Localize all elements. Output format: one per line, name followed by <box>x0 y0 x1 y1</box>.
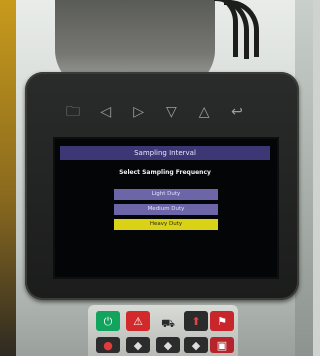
option-medium-duty[interactable]: Medium Duty <box>114 204 218 215</box>
background-left-panel <box>0 0 16 356</box>
left-triangle-icon[interactable]: ◁ <box>93 101 119 123</box>
monitor-key-row: 🗀 ◁ ▷ ▽ △ ↩ <box>60 96 250 128</box>
machine-icon[interactable]: ⛟ <box>156 313 180 333</box>
alarm-icon[interactable]: ⚑ <box>210 311 234 331</box>
power-icon[interactable]: ⏻ <box>96 311 120 331</box>
right-triangle-icon[interactable]: ▷ <box>126 101 152 123</box>
folder-icon[interactable]: 🗀 <box>60 101 86 123</box>
dot-icon[interactable]: ◆ <box>184 337 208 353</box>
up-triangle-icon[interactable]: △ <box>191 101 217 123</box>
down-triangle-icon[interactable]: ▽ <box>158 101 184 123</box>
option-heavy-duty[interactable]: Heavy Duty <box>114 219 218 230</box>
control-keypad: ⏻ ⚠ ⛟ ⬆ ⚑ ● ◆ ◆ ◆ ▣ <box>88 305 238 356</box>
arrow-icon[interactable]: ⬆ <box>184 311 208 331</box>
dot-icon[interactable]: ◆ <box>156 337 180 353</box>
return-arrow-icon[interactable]: ↩ <box>224 101 250 123</box>
lock-icon[interactable]: ▣ <box>210 337 234 353</box>
dot-icon[interactable]: ◆ <box>126 337 150 353</box>
screen-subtitle: Select Sampling Frequency <box>119 169 211 176</box>
warning-icon[interactable]: ⚠ <box>126 311 150 331</box>
option-light-duty[interactable]: Light Duty <box>114 189 218 200</box>
dot-icon[interactable]: ● <box>96 337 120 353</box>
screen-title: Sampling Interval <box>60 146 270 160</box>
display-screen: Sampling Interval Select Sampling Freque… <box>53 137 279 279</box>
